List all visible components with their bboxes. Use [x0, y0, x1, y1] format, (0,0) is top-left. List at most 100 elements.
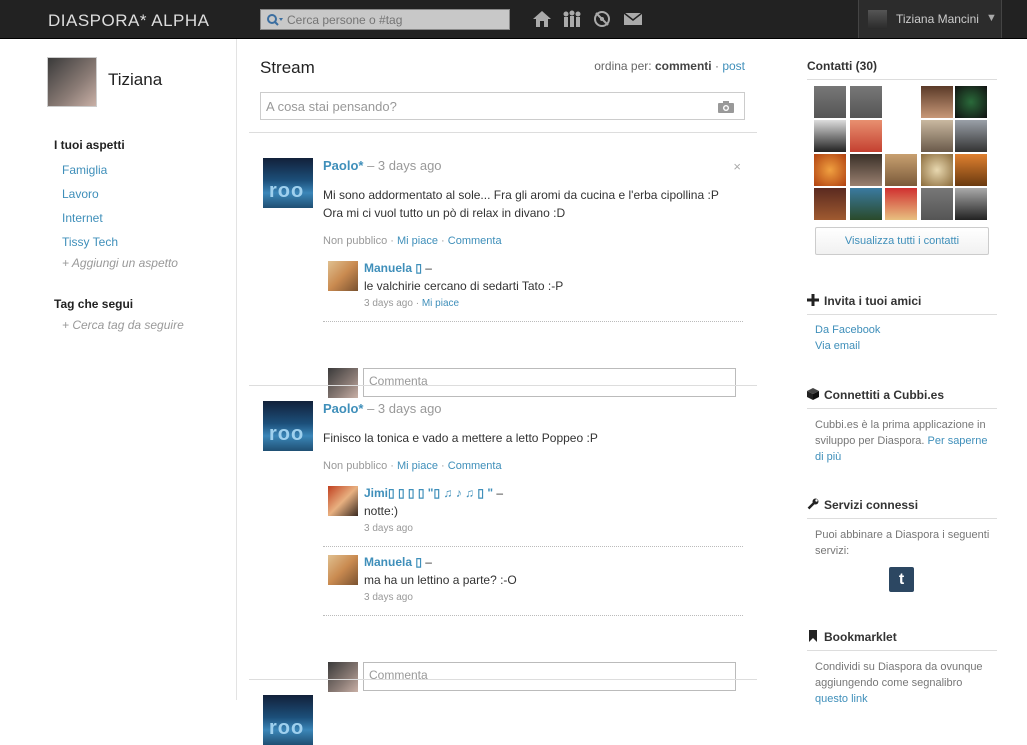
post-author-link[interactable]: Paolo*: [323, 401, 363, 416]
profile-avatar[interactable]: [47, 57, 97, 107]
top-bar: DIASPORA* ALPHA Tiziana Mancini ▼: [0, 0, 1027, 39]
followed-tags-heading: Tag che segui: [54, 297, 134, 311]
post-visibility: Non pubblico ·: [323, 460, 394, 472]
bookmark-icon: [809, 630, 817, 642]
sort-separator: ·: [714, 59, 719, 73]
aspect-internet[interactable]: Internet: [62, 211, 103, 225]
sort-posts-link[interactable]: post: [722, 59, 745, 73]
close-icon[interactable]: ×: [733, 159, 741, 174]
contact-avatar[interactable]: [921, 154, 953, 186]
post-header: Paolo* – 3 days ago: [323, 158, 442, 173]
comment-header: Manuela ▯ –: [364, 555, 432, 569]
comment-link[interactable]: Commenta: [448, 460, 502, 472]
search-input[interactable]: [287, 12, 505, 28]
contact-avatar[interactable]: [921, 86, 953, 118]
bookmarklet-text-line: aggiungendo come segnalibro: [815, 677, 963, 689]
bookmarklet-link[interactable]: questo link: [815, 693, 868, 705]
services-title: Servizi connessi: [824, 498, 919, 512]
services-text-line: Puoi abbinare a Diaspora i seguenti: [815, 529, 990, 541]
stream-title: Stream: [260, 58, 315, 77]
comment-author-link[interactable]: Jimi▯ ▯ ▯ ▯ "▯ ♫ ♪ ♫ ▯ ": [364, 486, 493, 500]
comment-link[interactable]: Commenta: [448, 235, 502, 247]
notifications-icon[interactable]: [592, 10, 612, 28]
comment-time[interactable]: 3 days ago ·: [364, 298, 419, 309]
sort-controls: ordina per: commenti · post: [594, 59, 745, 73]
aspect-lavoro[interactable]: Lavoro: [62, 187, 99, 201]
like-link[interactable]: Mi piace: [397, 235, 438, 247]
bookmarklet-heading: Bookmarklet: [807, 630, 997, 651]
user-name: Tiziana Mancini: [896, 12, 979, 26]
contact-avatar[interactable]: [921, 120, 953, 152]
comment-author-avatar[interactable]: [328, 486, 358, 516]
comment-input[interactable]: Commenta: [363, 368, 736, 397]
user-menu[interactable]: Tiziana Mancini ▼: [858, 0, 1002, 38]
like-link[interactable]: Mi piace: [397, 460, 438, 472]
contact-avatar[interactable]: [814, 86, 846, 118]
profile-name[interactable]: Tiziana: [108, 70, 162, 90]
app-logo[interactable]: DIASPORA* ALPHA: [48, 11, 210, 31]
cubbi-learn-more-link[interactable]: di più: [815, 451, 841, 463]
cubbi-text-line: sviluppo per Diaspora.: [815, 435, 925, 447]
invite-title: Invita i tuoi amici: [824, 294, 922, 308]
contact-avatar[interactable]: [921, 188, 953, 220]
comment-text: notte:): [364, 504, 399, 518]
comment-box: Commenta: [323, 662, 743, 692]
comment-time[interactable]: 3 days ago: [364, 523, 413, 534]
comment-time[interactable]: 3 days ago: [364, 592, 413, 603]
contact-avatar[interactable]: [885, 154, 917, 186]
stream: Stream ordina per: commenti · post A cos…: [249, 39, 757, 745]
services-text-line: servizi:: [815, 545, 850, 557]
contact-avatar[interactable]: [850, 188, 882, 220]
post-author-avatar[interactable]: roo: [263, 401, 313, 451]
publisher-box[interactable]: A cosa stai pensando?: [260, 92, 745, 120]
post-author-link[interactable]: Paolo*: [323, 158, 363, 173]
contact-avatar[interactable]: [955, 86, 987, 118]
comment-meta: 3 days ago: [364, 592, 413, 603]
comment-divider: [323, 321, 743, 322]
contact-avatar[interactable]: [814, 154, 846, 186]
comment-dash: –: [425, 555, 432, 569]
publisher-input[interactable]: A cosa stai pensando?: [266, 99, 397, 114]
post-time[interactable]: – 3 days ago: [367, 158, 441, 173]
contact-avatar[interactable]: [850, 154, 882, 186]
contacts-icon[interactable]: [562, 10, 582, 28]
divider: [249, 385, 757, 386]
contact-avatar[interactable]: [814, 120, 846, 152]
camera-icon[interactable]: [717, 100, 735, 114]
home-icon[interactable]: [532, 10, 552, 28]
contact-avatar[interactable]: [955, 154, 987, 186]
aspect-famiglia[interactable]: Famiglia: [62, 163, 107, 177]
post-meta: Non pubblico · Mi piace · Commenta: [323, 460, 502, 472]
post-text-line: Finisco la tonica e vado a mettere a let…: [323, 431, 598, 445]
contact-avatar[interactable]: [814, 188, 846, 220]
post-time[interactable]: – 3 days ago: [367, 401, 441, 416]
cubbi-learn-more-link[interactable]: Per saperne: [928, 435, 988, 447]
contact-avatar[interactable]: [850, 120, 882, 152]
search-tags-link[interactable]: + Cerca tag da seguire: [62, 318, 184, 332]
messages-icon[interactable]: [623, 10, 643, 28]
contact-avatar[interactable]: [955, 120, 987, 152]
aspect-tissy-tech[interactable]: Tissy Tech: [62, 235, 118, 249]
post-header: Paolo* – 3 days ago: [323, 401, 442, 416]
comment-author-link[interactable]: Manuela ▯: [364, 555, 422, 569]
contact-avatar[interactable]: [885, 188, 917, 220]
invite-facebook-link[interactable]: Da Facebook: [815, 324, 880, 336]
search-box[interactable]: [260, 9, 510, 30]
contact-avatar[interactable]: [850, 86, 882, 118]
comment-author-link[interactable]: Manuela ▯: [364, 261, 422, 275]
tumblr-icon[interactable]: t: [889, 567, 914, 592]
add-aspect-link[interactable]: + Aggiungi un aspetto: [62, 256, 178, 270]
comment-text: ma ha un lettino a parte? :-O: [364, 573, 517, 587]
view-all-contacts-button[interactable]: Visualizza tutti i contatti: [815, 227, 989, 255]
sort-comments[interactable]: commenti: [655, 59, 712, 73]
comment-input[interactable]: Commenta: [363, 662, 736, 691]
comment-author-avatar[interactable]: [328, 261, 358, 291]
post-author-avatar[interactable]: roo: [263, 695, 313, 745]
contact-avatar[interactable]: [955, 188, 987, 220]
invite-email-link[interactable]: Via email: [815, 340, 860, 352]
bookmarklet-title: Bookmarklet: [824, 630, 897, 644]
comment-like-link[interactable]: Mi piace: [422, 298, 459, 309]
my-avatar: [328, 368, 358, 398]
post-author-avatar[interactable]: roo: [263, 158, 313, 208]
comment-author-avatar[interactable]: [328, 555, 358, 585]
